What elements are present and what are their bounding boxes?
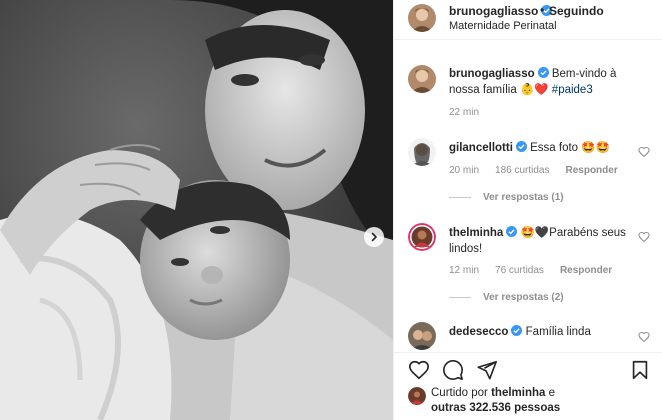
comment-text: Essa foto 🤩🤩 xyxy=(530,142,610,154)
next-photo-button[interactable] xyxy=(364,227,384,247)
verified-badge-icon xyxy=(515,141,527,152)
comment-username[interactable]: gilancellotti xyxy=(449,142,513,154)
caption-username[interactable]: brunogagliasso xyxy=(449,68,535,80)
comment-like-heart-icon[interactable] xyxy=(638,231,650,243)
verified-badge-icon xyxy=(511,325,523,336)
comment-avatar-thelminha[interactable] xyxy=(408,223,436,251)
comment-1: gilancellotti Essa foto 🤩🤩 xyxy=(449,140,649,156)
verified-badge-icon xyxy=(537,67,549,78)
bookmark-icon[interactable] xyxy=(629,359,651,381)
liked-by-avatar[interactable] xyxy=(408,387,426,405)
view-replies-2[interactable]: Ver respostas (2) xyxy=(449,292,564,303)
replies-line xyxy=(449,196,471,198)
comment-username[interactable]: dedesecco xyxy=(449,326,508,338)
comment-avatar-dedesecco[interactable] xyxy=(408,322,436,350)
caption-hashtag[interactable]: #paide3 xyxy=(552,84,593,96)
comment-text: Família linda xyxy=(525,326,591,338)
author-username-text[interactable]: brunogagliasso xyxy=(449,4,538,18)
heart-icon[interactable] xyxy=(408,359,430,381)
caption: brunogagliasso Bem-vindo à nossa família… xyxy=(449,66,649,98)
post-photo[interactable] xyxy=(0,0,393,420)
comment-avatar-gilancellotti[interactable] xyxy=(408,138,436,166)
comment-likes[interactable]: 76 curtidas xyxy=(495,265,544,276)
comment-2: thelminha 🤩🖤Parabéns seus lindos! xyxy=(449,225,649,257)
comment-like-heart-icon[interactable] xyxy=(638,146,650,158)
comment-1-meta: 20 min 186 curtidas Responder xyxy=(449,165,634,176)
separator-dot: • xyxy=(540,3,545,17)
comment-bubble-icon[interactable] xyxy=(442,359,464,381)
comment-likes[interactable]: 186 curtidas xyxy=(495,165,549,176)
post-location[interactable]: Maternidade Perinatal xyxy=(449,20,557,32)
comment-time[interactable]: 12 min xyxy=(449,265,479,276)
post-header: brunogagliasso • Seguindo Maternidade Pe… xyxy=(394,0,662,40)
paper-plane-icon[interactable] xyxy=(476,359,498,381)
author-avatar[interactable] xyxy=(408,4,436,32)
replies-line xyxy=(449,296,471,298)
comments-list[interactable]: brunogagliasso Bem-vindo à nossa família… xyxy=(394,41,662,351)
view-replies-1[interactable]: Ver respostas (1) xyxy=(449,192,564,203)
author-username[interactable]: brunogagliasso xyxy=(449,4,553,18)
comment-3: dedesecco Família linda xyxy=(449,324,649,340)
post-side-panel: brunogagliasso • Seguindo Maternidade Pe… xyxy=(393,0,662,420)
reply-button[interactable]: Responder xyxy=(560,265,612,276)
liked-by-prefix: Curtido por xyxy=(431,387,488,399)
liked-by-user[interactable]: thelminha xyxy=(491,387,545,399)
comment-like-heart-icon[interactable] xyxy=(638,331,650,343)
chevron-right-icon xyxy=(371,232,378,242)
comment-time[interactable]: 20 min xyxy=(449,165,479,176)
view-replies-label[interactable]: Ver respostas (2) xyxy=(483,292,564,303)
caption-avatar[interactable] xyxy=(408,65,436,93)
liked-by-connector: e xyxy=(548,387,556,399)
comment-2-meta: 12 min 76 curtidas Responder xyxy=(449,265,628,276)
verified-badge-icon xyxy=(506,226,518,237)
caption-meta: 22 min xyxy=(449,107,495,118)
liked-by-others[interactable]: outras 322.536 pessoas xyxy=(431,402,560,414)
following-button[interactable]: Seguindo xyxy=(549,4,604,18)
comment-username[interactable]: thelminha xyxy=(449,227,503,239)
mother-and-newborn-photo xyxy=(0,0,393,420)
view-replies-label[interactable]: Ver respostas (1) xyxy=(483,192,564,203)
caption-time[interactable]: 22 min xyxy=(449,107,479,118)
post-actions: Curtido por thelminha e outras 322.536 p… xyxy=(394,352,662,420)
likes-summary: Curtido por thelminha e outras 322.536 p… xyxy=(431,386,656,416)
reply-button[interactable]: Responder xyxy=(566,165,618,176)
